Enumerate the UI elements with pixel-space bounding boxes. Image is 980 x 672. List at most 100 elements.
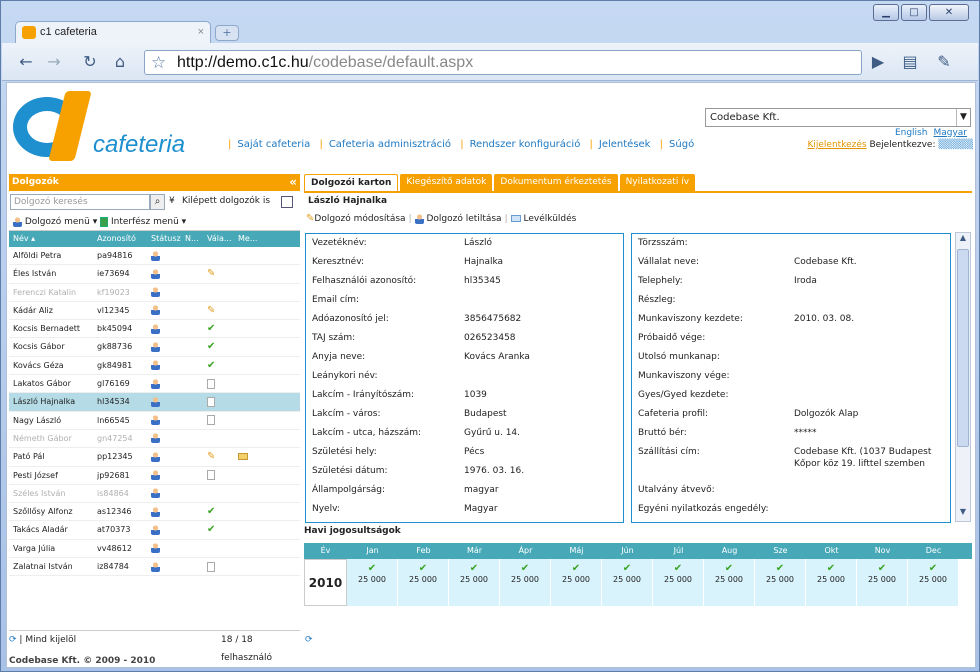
table-row[interactable]: László Hajnalka hl34534: [9, 393, 300, 412]
table-row[interactable]: Széles István is84864: [9, 485, 300, 504]
exited-checkbox[interactable]: [281, 196, 293, 208]
page-menu-icon[interactable]: ▤: [898, 51, 922, 73]
table-row[interactable]: Szőllősy Alfonz as12346 ✔: [9, 503, 300, 522]
interface-menu[interactable]: Interfész menü ▾: [111, 217, 186, 227]
person-icon: [151, 561, 160, 572]
month-label: Feb: [416, 546, 431, 555]
field-value: 2010. 03. 08.: [794, 314, 855, 324]
pencil-icon: ✎: [207, 268, 216, 280]
field-row: Születési hely: Pécs: [306, 443, 623, 462]
minimize-button[interactable]: ▁: [873, 4, 899, 21]
table-row[interactable]: Németh Gábor gn47254: [9, 430, 300, 449]
nav-help[interactable]: Súgó: [669, 139, 694, 150]
status-cell: [151, 338, 185, 355]
employee-search-input[interactable]: Dolgozó keresés: [10, 194, 150, 210]
table-row[interactable]: Kocsis Bernadett bk45094 ✔: [9, 320, 300, 339]
refresh-icon-2[interactable]: ⟳: [305, 631, 313, 649]
employee-id: ln66545: [97, 415, 130, 425]
month-cell[interactable]: ✔ 25 000: [398, 559, 449, 606]
address-bar[interactable]: ☆ http://demo.c1c.hu/codebase/default.asp…: [144, 50, 862, 75]
table-row[interactable]: Pesti József jp92681: [9, 467, 300, 485]
lang-english[interactable]: English: [895, 128, 928, 138]
col-me[interactable]: Me...: [238, 231, 268, 247]
month-cell[interactable]: ✔ 25 000: [347, 559, 398, 606]
table-row[interactable]: Varga Júlia vv48612: [9, 540, 300, 559]
tab-employee-card[interactable]: Dolgozói karton: [304, 174, 399, 191]
month-cell[interactable]: ✔ 25 000: [500, 559, 551, 606]
tab-declaration[interactable]: Nyilatkozati ív: [619, 174, 696, 191]
month-cell[interactable]: ✔ 25 000: [602, 559, 653, 606]
col-n[interactable]: N...: [185, 231, 207, 247]
month-cell[interactable]: ✔ 25 000: [551, 559, 602, 606]
filter-icon[interactable]: ¥: [169, 196, 175, 206]
close-window-button[interactable]: ✕: [929, 4, 969, 21]
maximize-button[interactable]: □: [901, 4, 927, 21]
month-amount: 25 000: [919, 575, 947, 584]
company-select[interactable]: Codebase Kft. ▼: [705, 108, 971, 127]
block-employee-button[interactable]: Dolgozó letiltása: [427, 214, 502, 224]
month-cell[interactable]: ✔ 25 000: [857, 559, 908, 606]
field-label: Vezetéknév:: [312, 238, 367, 248]
back-icon[interactable]: ←: [14, 51, 38, 73]
employee-id: kf19023: [97, 287, 130, 297]
field-row: Lakcím - Irányítószám: 1039: [306, 386, 623, 405]
tab-extra-data[interactable]: Kiegészítő adatok: [400, 174, 493, 191]
month-cell[interactable]: ✔ 25 000: [806, 559, 857, 606]
table-row[interactable]: Alföldi Petra pa94816: [9, 247, 300, 266]
month-cell[interactable]: ✔ 25 000: [704, 559, 755, 606]
table-row[interactable]: Pató Pál pp12345 ✎: [9, 448, 300, 467]
refresh-icon[interactable]: ⟳: [9, 635, 17, 645]
wrench-icon[interactable]: ✎: [932, 51, 956, 73]
col-id[interactable]: Azonosító: [97, 231, 151, 247]
month-cell[interactable]: ✔ 25 000: [449, 559, 500, 606]
field-label: Utalvány átvevő:: [638, 485, 715, 495]
table-row[interactable]: Kovács Géza gk84981 ✔: [9, 357, 300, 376]
reload-icon[interactable]: ↻: [78, 51, 102, 73]
col-status[interactable]: Státusz: [151, 231, 185, 247]
employee-id: as12346: [97, 507, 132, 517]
table-row[interactable]: Ferenczi Katalin kf19023: [9, 284, 300, 302]
logout-link[interactable]: Kijelentkezés: [807, 140, 866, 150]
nav-sajat[interactable]: Saját cafeteria: [237, 139, 310, 150]
month-cell[interactable]: ✔ 25 000: [908, 559, 959, 606]
tab-documents[interactable]: Dokumentum érkeztetés: [494, 174, 618, 191]
table-row[interactable]: Kocsis Gábor gk88736 ✔: [9, 338, 300, 357]
col-name[interactable]: Név ▴: [9, 231, 97, 247]
collapse-icon[interactable]: «: [289, 174, 297, 191]
bookmark-star-icon[interactable]: ☆: [151, 51, 166, 74]
check-icon: ✔: [571, 563, 581, 574]
tab-close-icon[interactable]: ×: [198, 22, 204, 43]
select-all-link[interactable]: Mind kijelöl: [25, 635, 76, 645]
scroll-up-icon[interactable]: ▲: [957, 233, 969, 247]
edit-employee-button[interactable]: Dolgozó módosítása: [314, 214, 405, 224]
field-label: Állampolgárság:: [312, 485, 386, 495]
field-label: Cafeteria profil:: [638, 409, 709, 419]
status-cell: [151, 448, 185, 465]
employee-menu[interactable]: Dolgozó menü ▾: [25, 217, 97, 227]
col-vala[interactable]: Vála...: [207, 231, 238, 247]
table-row[interactable]: Kádár Aliz vl12345 ✎: [9, 302, 300, 321]
table-row[interactable]: Zalatnai István iz84784: [9, 558, 300, 577]
home-icon[interactable]: ⌂: [108, 51, 132, 73]
person-icon: [151, 287, 160, 298]
table-row[interactable]: Éles István ie73694 ✎: [9, 265, 300, 284]
forward-icon[interactable]: →: [42, 51, 66, 73]
lang-magyar[interactable]: Magyar: [933, 128, 967, 138]
nav-admin[interactable]: Cafeteria adminisztráció: [329, 139, 451, 150]
go-icon[interactable]: ▶: [866, 51, 890, 73]
month-cell[interactable]: ✔ 25 000: [653, 559, 704, 606]
table-row[interactable]: Nagy László ln66545: [9, 412, 300, 430]
search-icon[interactable]: ⌕: [150, 194, 165, 210]
scroll-thumb[interactable]: [957, 249, 969, 447]
browser-tab[interactable]: c1 cafeteria ×: [15, 21, 211, 43]
month-cell[interactable]: ✔ 25 000: [755, 559, 806, 606]
nav-reports[interactable]: Jelentések: [599, 139, 651, 150]
table-row[interactable]: Takács Aladár at70373 ✔: [9, 521, 300, 540]
table-row[interactable]: Lakatos Gábor gl76169: [9, 375, 300, 394]
new-tab-button[interactable]: +: [215, 25, 239, 41]
send-mail-button[interactable]: Levélküldés: [524, 214, 577, 224]
nav-config[interactable]: Rendszer konfiguráció: [470, 139, 581, 150]
scroll-down-icon[interactable]: ▼: [957, 507, 969, 521]
scrollbar[interactable]: ▲ ▼: [955, 232, 971, 522]
field-row: Munkaviszony kezdete: 2010. 03. 08.: [632, 310, 950, 329]
